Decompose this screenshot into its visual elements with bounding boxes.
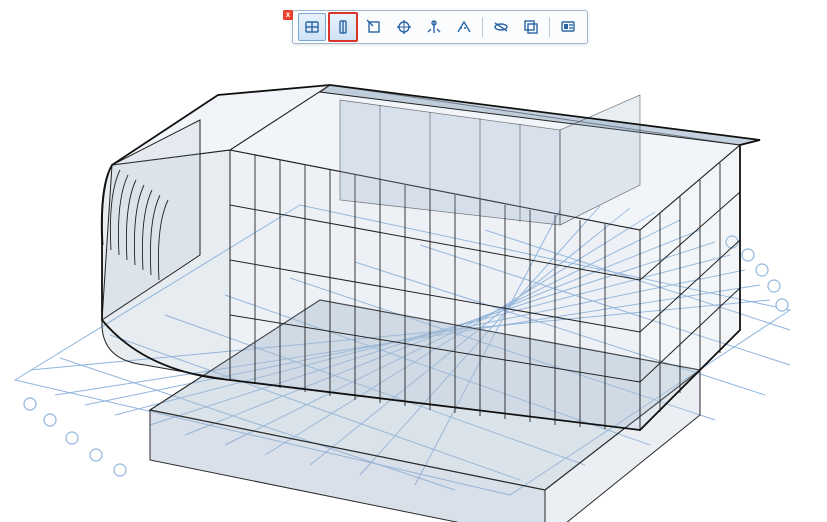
hidden-line-button[interactable]: [360, 13, 388, 41]
shaded-icon: [395, 18, 413, 36]
ray-trace-icon: [492, 18, 510, 36]
toolbar-separator: [549, 17, 550, 37]
ray-trace-button[interactable]: [487, 13, 515, 41]
realistic-icon: [455, 18, 473, 36]
consistent-colors-icon: [425, 18, 443, 36]
realistic-button[interactable]: [450, 13, 478, 41]
toolbar-separator: [482, 17, 483, 37]
shaded-button[interactable]: [390, 13, 418, 41]
model-viewport[interactable]: [0, 0, 827, 522]
visual-style-toolbar[interactable]: x: [292, 10, 588, 44]
ghost-surfaces-button[interactable]: [328, 12, 358, 42]
shadows-button[interactable]: [517, 13, 545, 41]
wireframe-icon: [303, 18, 321, 36]
wireframe-button[interactable]: [298, 13, 326, 41]
graphic-options-icon: [559, 18, 577, 36]
consistent-colors-button[interactable]: [420, 13, 448, 41]
graphic-options-button[interactable]: [554, 13, 582, 41]
shadows-icon: [522, 18, 540, 36]
hidden-line-icon: [365, 18, 383, 36]
ghost-surfaces-icon: [334, 18, 352, 36]
close-icon[interactable]: x: [283, 10, 293, 20]
